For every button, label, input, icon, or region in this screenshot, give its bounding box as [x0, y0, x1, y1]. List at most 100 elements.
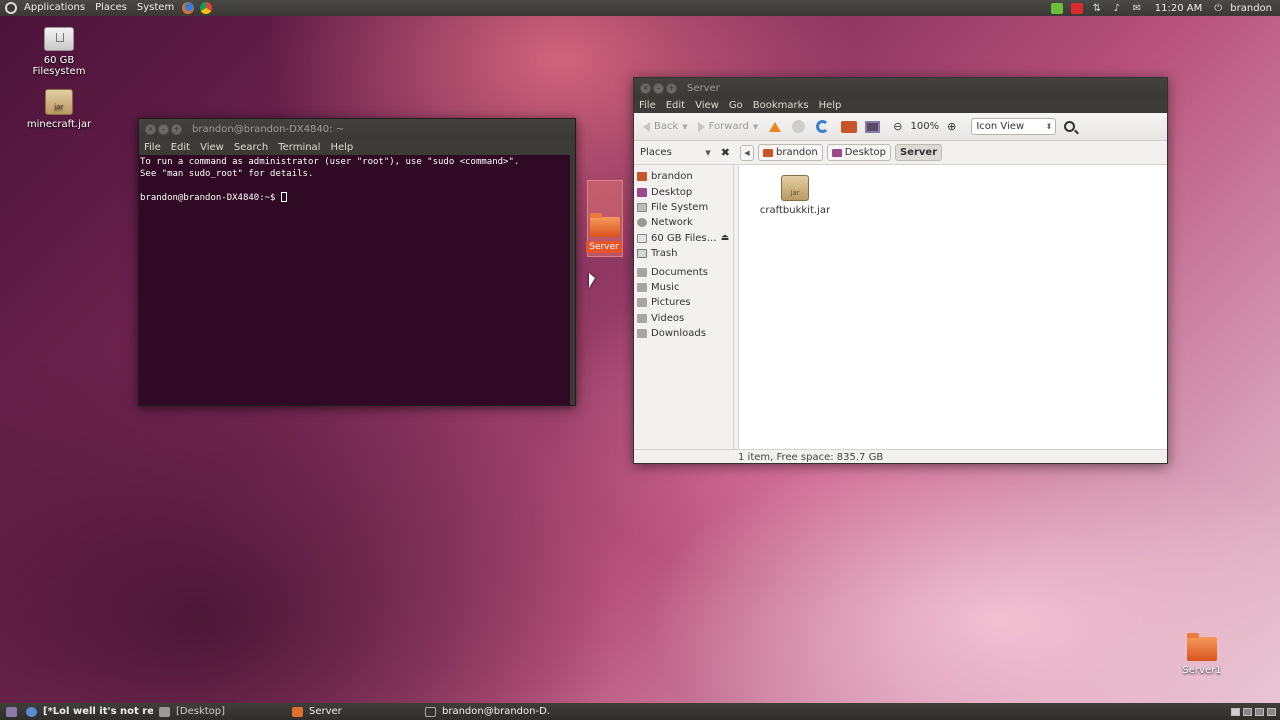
forward-arrow-icon [697, 121, 705, 132]
chat-icon [26, 706, 37, 717]
zoom-in-icon[interactable]: ⊕ [947, 120, 956, 133]
view-mode-select[interactable]: Icon View [971, 118, 1057, 135]
workspace-1[interactable] [1231, 707, 1240, 716]
file-manager-titlebar[interactable]: × – + Server [634, 78, 1167, 98]
reload-icon[interactable] [816, 120, 830, 133]
sidebar-item-trash[interactable]: Trash [634, 246, 733, 261]
sidebar-item-label: Downloads [651, 328, 706, 340]
sidebar-item-pictures[interactable]: Pictures [634, 295, 733, 310]
search-icon[interactable] [1064, 121, 1076, 132]
user-menu[interactable]: brandon [1228, 3, 1280, 14]
update-notifier-icon[interactable] [1050, 2, 1063, 14]
forward-button[interactable]: Forward ▼ [693, 121, 764, 132]
sidebar-item-brandon[interactable]: brandon [634, 169, 733, 184]
workspace-2[interactable] [1243, 707, 1252, 716]
menu-terminal[interactable]: Terminal [273, 142, 325, 153]
file-manager-window[interactable]: × – + Server File Edit View Go Bookmarks… [633, 77, 1168, 464]
sidebar-header[interactable]: Places ▼ ✖ [634, 146, 734, 159]
file-view[interactable]: jar craftbukkit.jar [738, 165, 1167, 449]
breadcrumb-desktop[interactable]: Desktop [826, 144, 891, 161]
taskbar-item-terminal[interactable]: brandon@brandon-D... [419, 703, 549, 720]
chrome-launcher-icon[interactable] [200, 2, 213, 14]
forward-history-dropdown-icon[interactable]: ▼ [753, 123, 758, 131]
breadcrumb-server[interactable]: Server [894, 144, 943, 161]
drive-icon [44, 27, 74, 51]
taskbar-item-chat[interactable]: [*Lol well it's not re... [20, 703, 153, 720]
desktop-icon-server1[interactable]: Server1 [1162, 633, 1242, 676]
folder-icon [637, 329, 647, 339]
system-menu[interactable]: System [132, 0, 179, 16]
places-menu[interactable]: Places [90, 0, 132, 16]
menu-help[interactable]: Help [325, 142, 358, 153]
taskbar-item-desktop[interactable]: [Desktop] [153, 703, 286, 720]
ubuntu-logo-icon[interactable] [5, 2, 17, 14]
terminal-titlebar[interactable]: × – + brandon@brandon-DX4840: ~ [139, 119, 575, 139]
computer-icon[interactable] [865, 120, 881, 133]
applications-menu[interactable]: Applications [19, 0, 90, 16]
home-folder-icon[interactable] [841, 120, 858, 133]
desktop-icon [637, 187, 647, 197]
firefox-launcher-icon[interactable] [182, 2, 195, 14]
close-sidebar-icon[interactable]: ✖ [721, 146, 730, 159]
breadcrumb: ◀ brandon Desktop Server [740, 144, 943, 161]
trash-applet-icon[interactable] [1267, 707, 1276, 716]
taskbar-item-server[interactable]: Server [286, 703, 419, 720]
menu-view[interactable]: View [690, 100, 724, 111]
maximize-window-button[interactable]: + [171, 123, 182, 135]
breadcrumb-left-arrow-icon[interactable]: ◀ [740, 144, 754, 161]
desktop-icon-filesystem[interactable]: 60 GB Filesystem [19, 27, 99, 77]
taskbar-item-label: Server [309, 706, 342, 717]
menu-go[interactable]: Go [724, 100, 748, 111]
menu-help[interactable]: Help [814, 100, 847, 111]
sidebar-item-file-system[interactable]: File System [634, 200, 733, 215]
file-item-craftbukkit-jar[interactable]: jar craftbukkit.jar [759, 175, 831, 216]
terminal-output[interactable]: To run a command as administrator (user … [139, 155, 575, 405]
menu-edit[interactable]: Edit [661, 100, 690, 111]
stop-icon[interactable] [792, 120, 806, 133]
desktop-icon-minecraft-jar[interactable]: jar minecraft.jar [19, 89, 99, 130]
back-history-dropdown-icon[interactable]: ▼ [682, 123, 687, 131]
sidebar-item-videos[interactable]: Videos [634, 311, 733, 326]
sidebar-item-music[interactable]: Music [634, 280, 733, 295]
maximize-window-button[interactable]: + [666, 82, 677, 94]
menu-bookmarks[interactable]: Bookmarks [748, 100, 814, 111]
close-window-button[interactable]: × [640, 82, 651, 94]
show-desktop-button[interactable] [0, 703, 20, 720]
up-folder-icon[interactable] [769, 121, 782, 132]
menu-search[interactable]: Search [229, 142, 273, 153]
places-dropdown-label: Places [640, 147, 672, 158]
sidebar-item-network[interactable]: Network [634, 215, 733, 230]
power-icon[interactable]: ⏻ [1212, 3, 1224, 14]
jar-icon: jar [781, 175, 809, 201]
eject-icon[interactable]: ⏏ [721, 233, 730, 243]
sidebar-item-label: Pictures [651, 297, 691, 309]
close-window-button[interactable]: × [145, 123, 156, 135]
terminal-scrollbar[interactable] [570, 155, 575, 405]
breadcrumb-brandon[interactable]: brandon [758, 144, 823, 161]
menu-file[interactable]: File [139, 142, 166, 153]
terminal-window[interactable]: × – + brandon@brandon-DX4840: ~ File Edi… [138, 118, 576, 406]
filesystem-icon [637, 202, 647, 212]
volume-icon[interactable]: ♪ [1111, 3, 1123, 14]
sidebar-item-desktop[interactable]: Desktop [634, 184, 733, 199]
record-indicator-icon[interactable] [1070, 2, 1083, 14]
menu-file[interactable]: File [634, 100, 661, 111]
menu-view[interactable]: View [195, 142, 229, 153]
chevron-down-icon[interactable]: ▼ [705, 149, 710, 157]
minimize-window-button[interactable]: – [158, 123, 169, 135]
window-title: brandon@brandon-DX4840: ~ [192, 123, 344, 135]
minimize-window-button[interactable]: – [653, 82, 664, 94]
sidebar-item-documents[interactable]: Documents [634, 264, 733, 279]
sidebar-item-downloads[interactable]: Downloads [634, 326, 733, 341]
sidebar-item-label: Network [651, 217, 693, 229]
clock[interactable]: 11:20 AM [1147, 3, 1208, 14]
back-button[interactable]: Back ▼ [638, 121, 693, 132]
menu-edit[interactable]: Edit [166, 142, 195, 153]
places-sidebar: brandon Desktop File System Network 60 G… [634, 165, 734, 449]
network-icon[interactable]: ⇅ [1091, 3, 1103, 14]
drag-ghost-label: Server [586, 241, 622, 253]
sidebar-item-60gb-filesystem[interactable]: 60 GB Files… ⏏ [634, 231, 733, 246]
workspace-3[interactable] [1255, 707, 1264, 716]
mail-icon[interactable]: ✉ [1131, 3, 1143, 14]
zoom-out-icon[interactable]: ⊖ [893, 120, 902, 133]
